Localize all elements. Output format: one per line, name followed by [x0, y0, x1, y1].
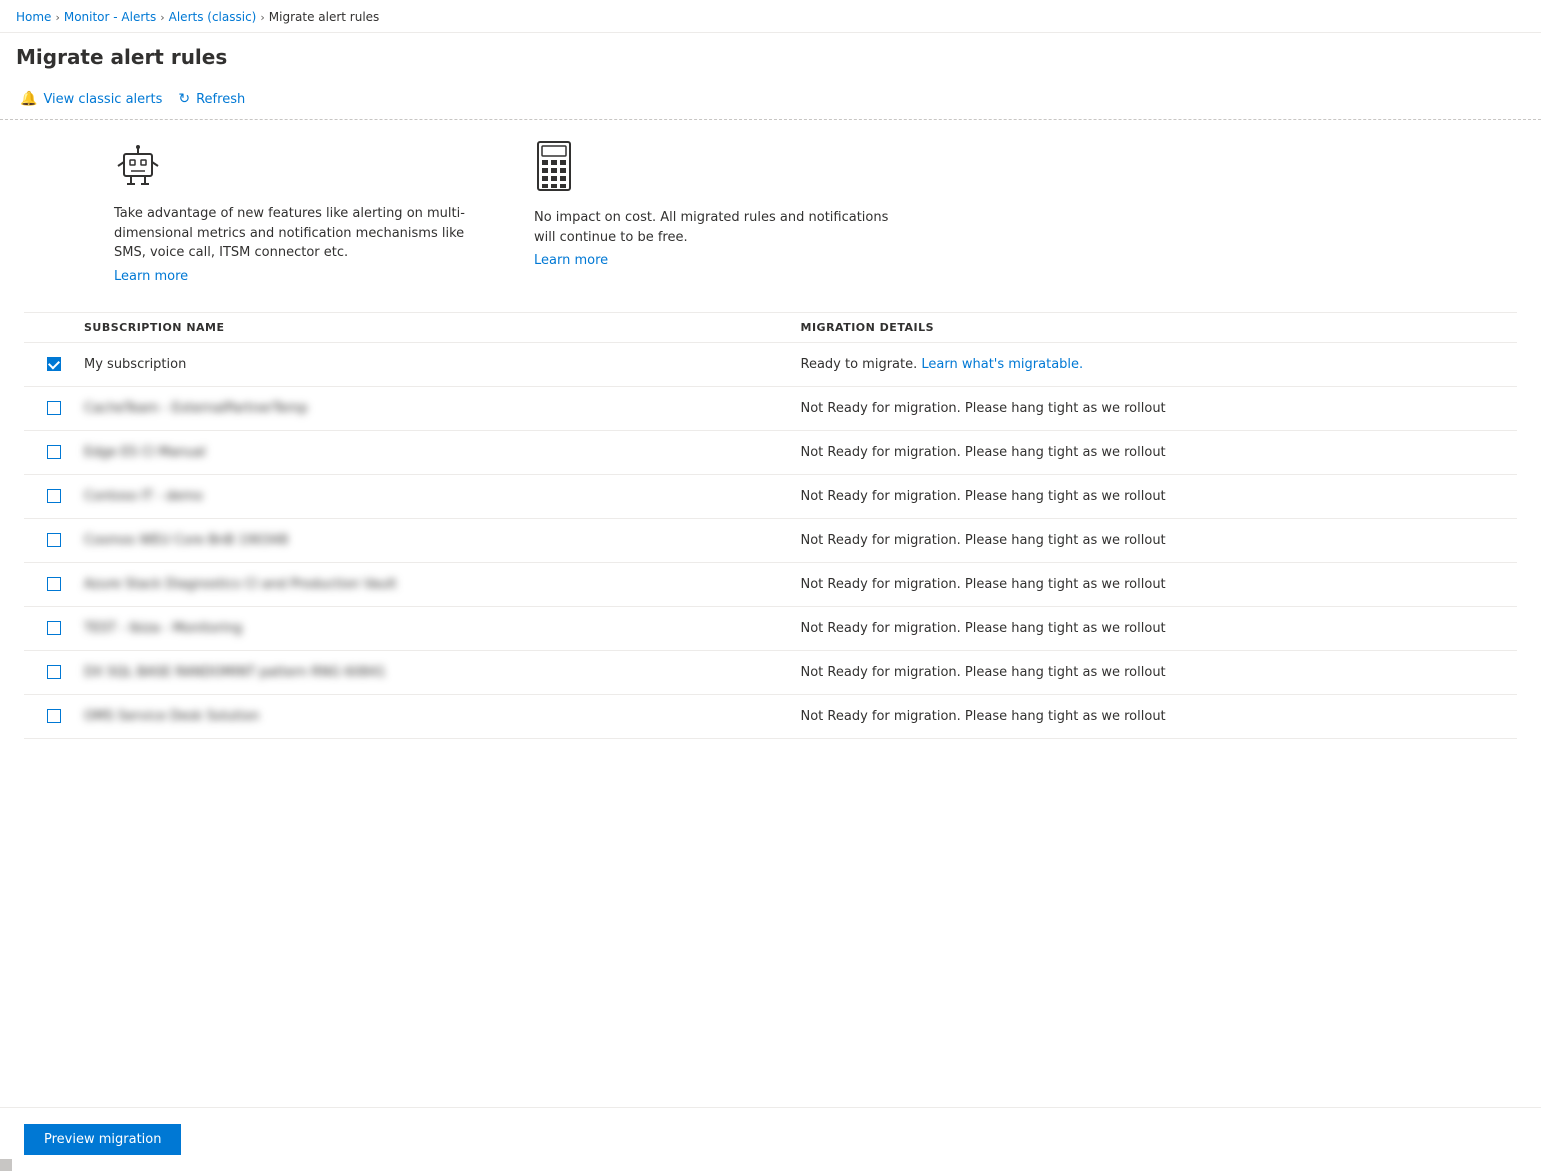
preview-migration-button[interactable]: Preview migration: [24, 1124, 181, 1155]
feature-new-text: Take advantage of new features like aler…: [114, 204, 474, 263]
migration-detail-5: Not Ready for migration. Please hang tig…: [801, 533, 1518, 548]
bell-icon: 🔔: [20, 91, 37, 107]
table-row: My subscription Ready to migrate. Learn …: [24, 343, 1517, 387]
refresh-button[interactable]: ↻ Refresh: [174, 85, 257, 113]
breadcrumb-current: Migrate alert rules: [269, 10, 380, 24]
feature-cost-learn-more[interactable]: Learn more: [534, 253, 608, 268]
table-row: TEST - Ibiza - Monitoring Not Ready for …: [24, 607, 1517, 651]
table-header: SUBSCRIPTION NAME MIGRATION DETAILS: [24, 312, 1517, 343]
table-row: DX SQL BASE RANDOMINT pattern RNG 60841 …: [24, 651, 1517, 695]
subscription-checkbox-7[interactable]: [47, 621, 61, 635]
view-classic-alerts-label: View classic alerts: [43, 92, 162, 107]
toolbar: 🔔 View classic alerts ↻ Refresh: [0, 79, 1541, 120]
checkbox-cell-3: [24, 445, 84, 459]
feature-cards: Take advantage of new features like aler…: [24, 140, 1517, 284]
migration-detail-2: Not Ready for migration. Please hang tig…: [801, 401, 1518, 416]
feature-cost-text: No impact on cost. All migrated rules an…: [534, 208, 894, 247]
checkbox-cell-6: [24, 577, 84, 591]
breadcrumb-sep-2: ›: [160, 11, 164, 24]
subscription-name-9: OMS Service Desk Solution: [84, 709, 801, 724]
subscription-name-8: DX SQL BASE RANDOMINT pattern RNG 60841: [84, 665, 801, 680]
checkbox-cell-1: [24, 357, 84, 371]
learn-whats-migratable-link[interactable]: Learn what's migratable.: [921, 357, 1083, 372]
col-header-subscription: SUBSCRIPTION NAME: [84, 321, 801, 334]
migration-ready-text: Ready to migrate.: [801, 357, 918, 372]
table-row: Azure Stack Diagnostics CI and Productio…: [24, 563, 1517, 607]
feature-card-new: Take advantage of new features like aler…: [114, 140, 474, 284]
migration-detail-7: Not Ready for migration. Please hang tig…: [801, 621, 1518, 636]
feature-card-cost: No impact on cost. All migrated rules an…: [534, 140, 894, 284]
subscription-name-5: Cosmos WEU Core BnB 190348: [84, 533, 801, 548]
checkbox-cell-2: [24, 401, 84, 415]
table-row: OMS Service Desk Solution Not Ready for …: [24, 695, 1517, 739]
refresh-label: Refresh: [196, 92, 245, 107]
subscription-name-1: My subscription: [84, 357, 801, 372]
breadcrumb-home[interactable]: Home: [16, 10, 51, 24]
subscription-checkbox-4[interactable]: [47, 489, 61, 503]
checkbox-cell-7: [24, 621, 84, 635]
robot-icon: [114, 140, 474, 192]
checkbox-cell-9: [24, 709, 84, 723]
refresh-icon: ↻: [178, 91, 190, 107]
subscription-checkbox-5[interactable]: [47, 533, 61, 547]
breadcrumb: Home › Monitor - Alerts › Alerts (classi…: [0, 0, 1541, 33]
main-content: Take advantage of new features like aler…: [0, 120, 1541, 759]
subscription-name-3: Edge ES CI Manual: [84, 445, 801, 460]
migration-detail-3: Not Ready for migration. Please hang tig…: [801, 445, 1518, 460]
subscription-name-6: Azure Stack Diagnostics CI and Productio…: [84, 577, 801, 592]
checkbox-cell-8: [24, 665, 84, 679]
feature-new-learn-more[interactable]: Learn more: [114, 269, 188, 284]
table-row: Contoso IT - demo Not Ready for migratio…: [24, 475, 1517, 519]
breadcrumb-sep-3: ›: [260, 11, 264, 24]
table-row: Edge ES CI Manual Not Ready for migratio…: [24, 431, 1517, 475]
breadcrumb-sep-1: ›: [55, 11, 59, 24]
subscription-name-4: Contoso IT - demo: [84, 489, 801, 504]
checkbox-cell-5: [24, 533, 84, 547]
subscription-checkbox-1[interactable]: [47, 357, 61, 371]
page-title: Migrate alert rules: [0, 33, 1541, 79]
migration-detail-1: Ready to migrate. Learn what's migratabl…: [801, 357, 1518, 372]
subscription-checkbox-2[interactable]: [47, 401, 61, 415]
table-row: CacheTeam - ExternalPartnerTemp Not Read…: [24, 387, 1517, 431]
migration-detail-9: Not Ready for migration. Please hang tig…: [801, 709, 1518, 724]
view-classic-alerts-button[interactable]: 🔔 View classic alerts: [16, 85, 174, 113]
breadcrumb-monitor-alerts[interactable]: Monitor - Alerts: [64, 10, 156, 24]
footer: Preview migration: [0, 1107, 1541, 1171]
checkbox-cell-4: [24, 489, 84, 503]
subscription-checkbox-8[interactable]: [47, 665, 61, 679]
col-header-checkbox: [24, 321, 84, 334]
subscription-name-7: TEST - Ibiza - Monitoring: [84, 621, 801, 636]
migration-detail-6: Not Ready for migration. Please hang tig…: [801, 577, 1518, 592]
subscription-checkbox-9[interactable]: [47, 709, 61, 723]
col-header-migration: MIGRATION DETAILS: [801, 321, 1518, 334]
breadcrumb-alerts-classic[interactable]: Alerts (classic): [169, 10, 257, 24]
scrollbar-left[interactable]: [0, 1159, 12, 1171]
subscriptions-table: SUBSCRIPTION NAME MIGRATION DETAILS My s…: [24, 312, 1517, 739]
migration-detail-4: Not Ready for migration. Please hang tig…: [801, 489, 1518, 504]
calculator-icon: [534, 140, 894, 196]
table-row: Cosmos WEU Core BnB 190348 Not Ready for…: [24, 519, 1517, 563]
migration-detail-8: Not Ready for migration. Please hang tig…: [801, 665, 1518, 680]
subscription-name-2: CacheTeam - ExternalPartnerTemp: [84, 401, 801, 416]
subscription-checkbox-3[interactable]: [47, 445, 61, 459]
subscription-checkbox-6[interactable]: [47, 577, 61, 591]
